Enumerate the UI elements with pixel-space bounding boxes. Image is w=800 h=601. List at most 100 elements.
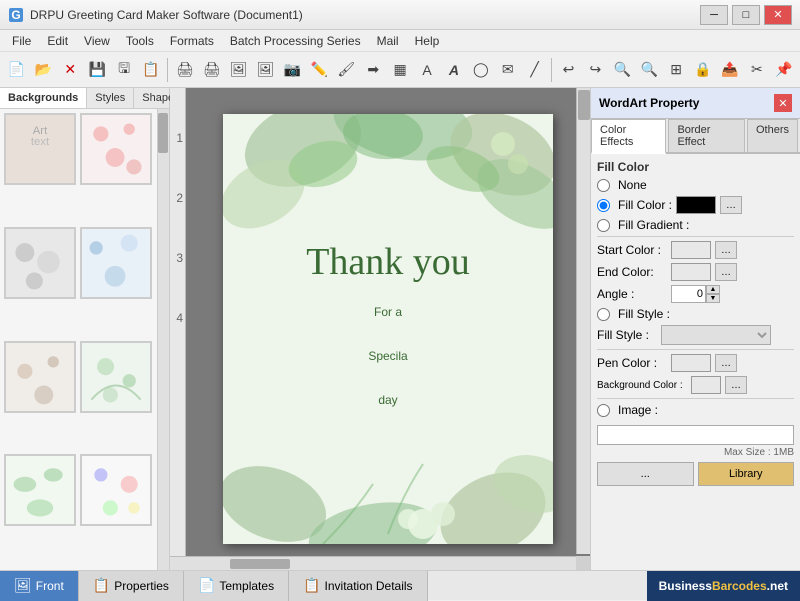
tb-line[interactable]: ╱ (522, 57, 547, 83)
tb-open[interactable]: 📂 (31, 57, 56, 83)
left-scrollbar[interactable] (157, 109, 169, 570)
fill-none-radio[interactable] (597, 179, 610, 192)
tb-arrow[interactable]: ➡ (361, 57, 386, 83)
ruler-mark-2: 2 (170, 168, 185, 228)
menu-help[interactable]: Help (407, 32, 448, 50)
tb-email[interactable]: ✉ (495, 57, 520, 83)
window-title: DRPU Greeting Card Maker Software (Docum… (30, 8, 700, 22)
bg-color-swatch[interactable] (691, 376, 721, 394)
fill-gradient-radio[interactable] (597, 219, 610, 232)
angle-spin-up[interactable]: ▲ (706, 285, 720, 294)
image-radio[interactable] (597, 404, 610, 417)
start-color-browse-btn[interactable]: … (715, 241, 737, 259)
angle-input[interactable]: 0 (671, 285, 706, 303)
bg-item-1[interactable]: Art text (4, 113, 76, 185)
image-url-input[interactable] (597, 425, 794, 445)
menu-batch[interactable]: Batch Processing Series (222, 32, 369, 50)
status-tab-properties[interactable]: 📋 Properties (79, 571, 184, 601)
tb-zoom-in[interactable]: 🔍 (610, 57, 635, 83)
fill-color-swatch[interactable] (676, 196, 716, 214)
tb-barcode[interactable]: ▦ (388, 57, 413, 83)
tb-grid[interactable]: ⊞ (664, 57, 689, 83)
bg-color-browse-btn[interactable]: … (725, 376, 747, 394)
canvas-scrollbar-horizontal[interactable] (170, 556, 576, 570)
dot-button[interactable]: ... (597, 462, 694, 486)
status-tab-templates[interactable]: 📄 Templates (184, 571, 289, 601)
bb-suffix: .net (767, 579, 788, 593)
tb-shape1[interactable]: ◯ (468, 57, 493, 83)
fill-style-dropdown-label: Fill Style : (597, 328, 657, 342)
bg-item-7[interactable] (4, 454, 76, 526)
tab-border-effect[interactable]: Border Effect (668, 119, 745, 152)
menu-file[interactable]: File (4, 32, 39, 50)
menu-tools[interactable]: Tools (118, 32, 162, 50)
menu-mail[interactable]: Mail (369, 32, 407, 50)
tb-wordart[interactable]: A (441, 57, 466, 83)
tb-brush[interactable]: 🖌 (334, 57, 359, 83)
start-color-row: Start Color : … (597, 241, 794, 259)
fill-style-radio[interactable] (597, 308, 610, 321)
bg-item-3[interactable] (4, 227, 76, 299)
pen-color-browse-btn[interactable]: … (715, 354, 737, 372)
end-color-browse-btn[interactable]: … (715, 263, 737, 281)
backgrounds-grid: Art text (0, 109, 157, 570)
fill-color-row: Fill Color : … (597, 196, 794, 214)
library-button[interactable]: Library (698, 462, 795, 486)
bg-item-4[interactable] (80, 227, 152, 299)
status-tab-invitation-label: Invitation Details (325, 579, 413, 593)
tb-cut[interactable]: ✂ (744, 57, 769, 83)
fill-color-radio[interactable] (597, 199, 610, 212)
tb-save[interactable]: 💾 (85, 57, 110, 83)
fill-color-browse-btn[interactable]: … (720, 196, 742, 214)
bg-item-5[interactable] (4, 341, 76, 413)
start-color-swatch[interactable] (671, 241, 711, 259)
tb-paste[interactable]: 📌 (771, 57, 796, 83)
templates-icon: 📄 (198, 577, 215, 594)
maximize-button[interactable]: □ (732, 5, 760, 25)
wordart-close-button[interactable]: ✕ (774, 94, 792, 112)
v-scroll-thumb[interactable] (578, 90, 590, 120)
tb-pen[interactable]: ✏️ (307, 57, 332, 83)
image-label: Image : (618, 403, 658, 417)
tb-save2[interactable]: 🖫 (112, 57, 137, 83)
tb-print[interactable]: 🖨 (172, 57, 197, 83)
bg-item-8[interactable] (80, 454, 152, 526)
tb-print2[interactable]: 🖨 (199, 57, 224, 83)
tb-lock[interactable]: 🔒 (691, 57, 716, 83)
h-scroll-thumb[interactable] (230, 559, 290, 569)
tb-copy[interactable]: 📋 (139, 57, 164, 83)
left-panel-tabs: Backgrounds Styles Shapes (0, 88, 169, 109)
tab-backgrounds[interactable]: Backgrounds (0, 88, 87, 108)
menu-edit[interactable]: Edit (39, 32, 76, 50)
tb-export[interactable]: 📤 (717, 57, 742, 83)
bg-item-2[interactable] (80, 113, 152, 185)
pen-color-swatch[interactable] (671, 354, 711, 372)
wordart-property-header: WordArt Property ✕ (591, 88, 800, 119)
tb-close-red[interactable]: ✕ (58, 57, 83, 83)
tb-redo[interactable]: ↪ (583, 57, 608, 83)
left-scroll-thumb[interactable] (158, 113, 168, 153)
angle-spin-down[interactable]: ▼ (706, 294, 720, 303)
tb-pic[interactable]: 🖼 (253, 57, 278, 83)
menu-view[interactable]: View (76, 32, 118, 50)
minimize-button[interactable]: ─ (700, 5, 728, 25)
tab-styles[interactable]: Styles (87, 88, 134, 108)
status-tab-front[interactable]: 🖼 Front (0, 571, 79, 601)
tb-image[interactable]: 🖼 (226, 57, 251, 83)
tab-others[interactable]: Others (747, 119, 798, 152)
bg-item-6[interactable] (80, 341, 152, 413)
tb-undo[interactable]: ↩ (556, 57, 581, 83)
tb-new[interactable]: 📄 (4, 57, 29, 83)
menu-formats[interactable]: Formats (162, 32, 222, 50)
canvas-scrollbar-vertical[interactable] (576, 88, 590, 554)
end-color-swatch[interactable] (671, 263, 711, 281)
status-tab-invitation[interactable]: 📋 Invitation Details (289, 571, 427, 601)
tb-text[interactable]: A (415, 57, 440, 83)
tb-camera[interactable]: 📷 (280, 57, 305, 83)
fill-style-select[interactable] (661, 325, 771, 345)
tb-zoom-out[interactable]: 🔍 (637, 57, 662, 83)
tab-color-effects[interactable]: Color Effects (591, 119, 666, 154)
toolbar: 📄 📂 ✕ 💾 🖫 📋 🖨 🖨 🖼 🖼 📷 ✏️ 🖌 ➡ ▦ A A ◯ ✉ ╱… (0, 52, 800, 88)
image-row: Image : (597, 403, 794, 417)
close-button[interactable]: ✕ (764, 5, 792, 25)
